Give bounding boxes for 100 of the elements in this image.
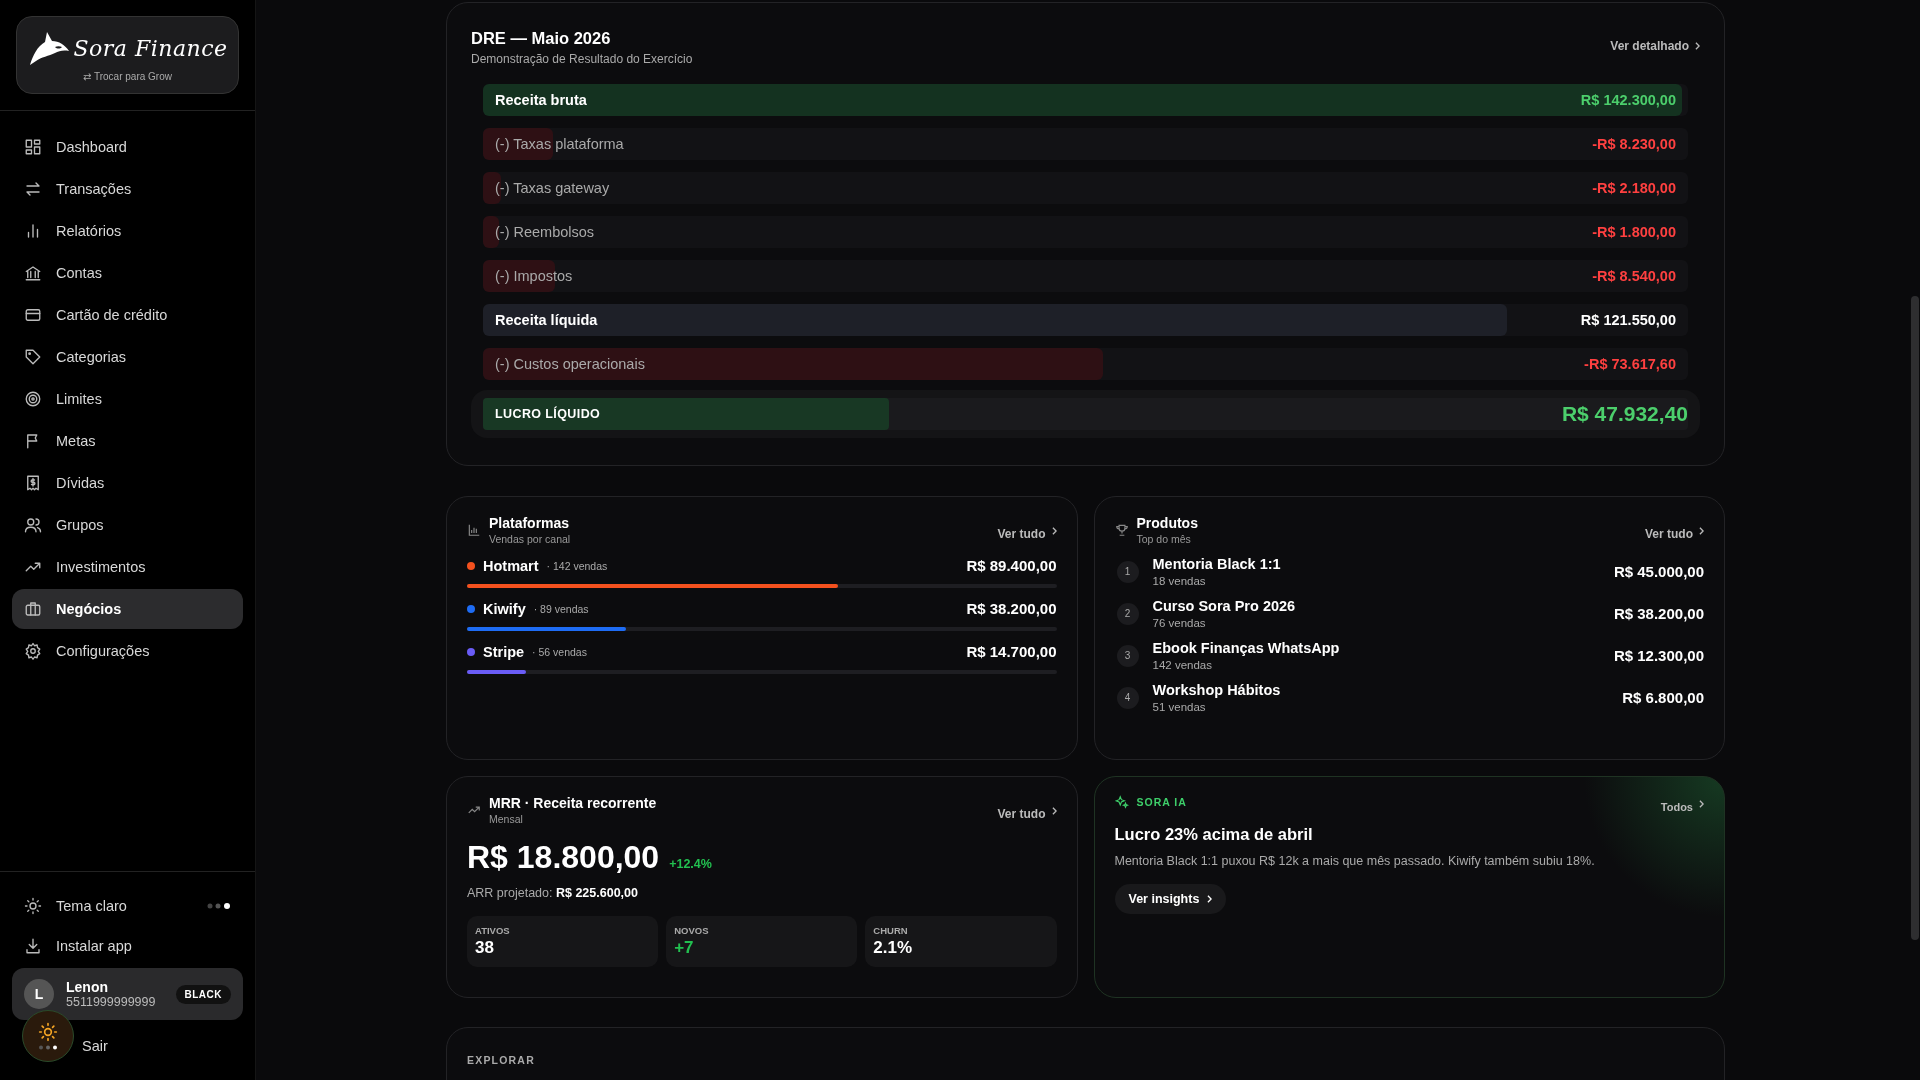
result-value: R$ 47.932,40 [1561, 402, 1688, 426]
nav-item[interactable]: Cartão de crédito [12, 295, 243, 335]
see-all-link[interactable]: Ver tudo [997, 527, 1046, 541]
nav-item[interactable]: Negócios [12, 589, 243, 629]
card-title: MRR · Receita recorrente [489, 795, 657, 811]
chevron-icon [1207, 895, 1213, 903]
stat-label: ATIVOS [475, 925, 511, 936]
platform-value: R$ 14.700,00 [966, 643, 1057, 660]
rank-number: 2 [1116, 602, 1139, 625]
sparkle-icon [1114, 795, 1129, 809]
chevron-icon [1699, 527, 1704, 535]
dots-icon [207, 903, 231, 909]
sales-count: 142 vendas [1152, 659, 1213, 671]
mrr-value: R$ 18.800,00 [467, 839, 660, 876]
section-tag: SORA IA [1136, 796, 1187, 808]
arr-label: ARR projetado: [467, 886, 553, 900]
card-title: DRE — Maio 2026 [471, 29, 612, 48]
card-title: Produtos [1136, 515, 1198, 531]
product-name: Ebook Finanças WhatsApp [1152, 640, 1341, 656]
nav-item[interactable]: Contas [12, 253, 243, 293]
logout-button[interactable]: Sair [0, 1026, 255, 1066]
row-value: R$ 121.550,00 [1580, 312, 1676, 328]
result-label: LUCRO LÍQUIDO [495, 407, 601, 421]
briefcase-icon [24, 600, 42, 618]
row-value: -R$ 8.540,00 [1592, 268, 1676, 284]
sales-count: 18 vendas [1152, 575, 1207, 587]
sun-icon [38, 1022, 58, 1042]
target-icon [24, 390, 42, 408]
card-title: Plataformas [489, 515, 571, 531]
row-label: (-) Impostos [495, 268, 573, 284]
change-value: +12.4% [669, 857, 712, 871]
product-name: Curso Sora Pro 2026 [1152, 598, 1297, 614]
stat-value: +7 [674, 938, 695, 958]
tag-icon [24, 348, 42, 366]
arrows-icon [24, 180, 42, 198]
stat-value: 38 [475, 938, 495, 958]
card-subtitle: Demonstração de Resultado do Exercício [471, 52, 693, 66]
nav-item[interactable]: Dívidas [12, 463, 243, 503]
nav-item[interactable]: Metas [12, 421, 243, 461]
trophy-icon [1114, 523, 1129, 537]
rank-number: 1 [1116, 560, 1139, 583]
theme-toggle[interactable]: Tema claro [0, 886, 255, 926]
card-subtitle: Mensal [489, 813, 524, 825]
nav-item[interactable]: Relatórios [12, 211, 243, 251]
card-subtitle: Top do mês [1136, 533, 1192, 545]
download-icon [24, 937, 42, 955]
settings-icon [24, 642, 42, 660]
row-label: Receita líquida [495, 312, 598, 328]
nav-item[interactable]: Limites [12, 379, 243, 419]
product-name: Workshop Hábitos [1152, 682, 1282, 698]
platform-name: Hotmart [483, 557, 539, 574]
nav-item[interactable]: Grupos [12, 505, 243, 545]
product-value: R$ 12.300,00 [1613, 647, 1704, 664]
theme-floating-button[interactable] [22, 1010, 74, 1062]
see-all-link[interactable]: Ver tudo [1645, 527, 1693, 541]
row-label: (-) Custos operacionais [495, 356, 645, 372]
user-phone: 5511999999999 [66, 995, 157, 1009]
product-name: Mentoria Black 1:1 [1152, 556, 1282, 572]
platform-value: R$ 38.200,00 [966, 600, 1057, 617]
see-all-link[interactable]: Todos [1660, 801, 1693, 813]
product-value: R$ 38.200,00 [1613, 605, 1704, 622]
user-card[interactable]: L Lenon 5511999999999 BLACK [12, 968, 243, 1020]
sales-count: · 89 vendas [533, 602, 590, 615]
sales-count: 76 vendas [1152, 617, 1207, 629]
platform-name: Stripe [483, 643, 525, 660]
insights-button[interactable]: Ver insights [1114, 884, 1227, 914]
row-value: -R$ 73.617,60 [1584, 356, 1676, 372]
card-subtitle: Vendas por canal [489, 533, 571, 545]
sales-count: · 142 vendas [546, 559, 609, 572]
user-name: Lenon [66, 979, 109, 995]
chevron-icon [1699, 800, 1704, 808]
logo-card[interactable]: Sora Finance ⇄ Trocar para Grow [16, 16, 239, 94]
row-label: (-) Taxas gateway [495, 180, 610, 196]
bar-chart-icon [467, 523, 481, 537]
row-label: (-) Taxas plataforma [495, 136, 624, 152]
nav-item[interactable]: Transações [12, 169, 243, 209]
avatar: L [24, 979, 54, 1009]
product-value: R$ 45.000,00 [1613, 563, 1704, 580]
stat-label: CHURN [873, 925, 909, 936]
see-all-link[interactable]: Ver tudo [997, 807, 1046, 821]
row-label: Receita bruta [495, 92, 587, 108]
dashboard-icon [24, 138, 42, 156]
platform-name: Kiwify [483, 600, 526, 617]
sales-count: 51 vendas [1152, 701, 1207, 713]
dots-icon [38, 1045, 58, 1050]
nav-item[interactable]: Configurações [12, 631, 243, 671]
rank-number: 3 [1116, 644, 1139, 667]
row-value: -R$ 8.230,00 [1592, 136, 1676, 152]
row-value: -R$ 2.180,00 [1592, 180, 1676, 196]
switch-link[interactable]: ⇄ Trocar para Grow [83, 70, 172, 82]
logo-text: Sora Finance [73, 36, 228, 61]
nav-item[interactable]: Categorias [12, 337, 243, 377]
chevron-icon [1051, 527, 1057, 535]
install-button[interactable]: Instalar app [0, 926, 255, 966]
stat-value: 2.1% [873, 938, 914, 958]
rank-number: 4 [1116, 686, 1139, 709]
platform-value: R$ 89.400,00 [966, 557, 1057, 574]
nav-item[interactable]: Dashboard [12, 127, 243, 167]
nav-item[interactable]: Investimentos [12, 547, 243, 587]
details-link[interactable]: Ver detalhado [1610, 39, 1689, 53]
